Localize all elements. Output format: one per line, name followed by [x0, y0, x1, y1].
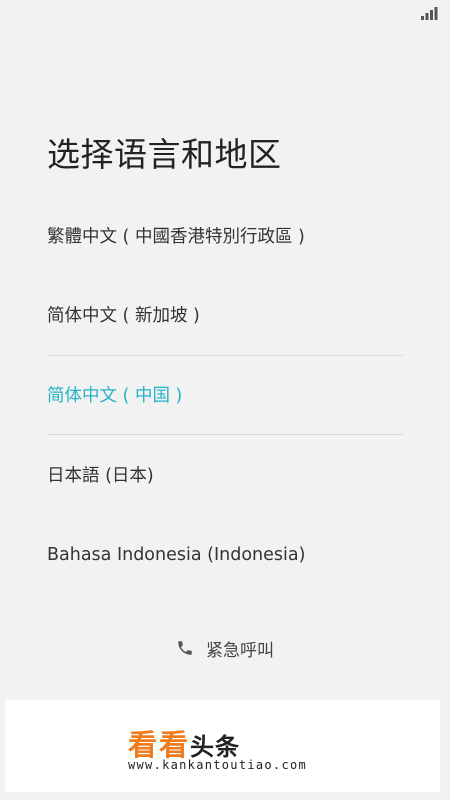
language-item-zh-sg[interactable]: 简体中文 ( 新加坡 )	[47, 296, 403, 336]
divider	[47, 434, 403, 435]
phone-icon	[178, 641, 192, 655]
signal-icon	[421, 7, 438, 20]
emergency-call-button[interactable]: 紧急呼叫	[0, 632, 450, 664]
divider	[47, 355, 403, 356]
watermark-title-dark: 头条	[190, 733, 241, 761]
status-bar	[0, 0, 450, 28]
language-item-zh-cn[interactable]: 简体中文 ( 中国 )	[47, 376, 403, 416]
watermark-banner: 看看头条 www.kankantoutiao.com	[5, 700, 440, 792]
watermark-title-orange: 看看	[128, 728, 191, 762]
language-item-ja-jp[interactable]: 日本語 (日本)	[47, 456, 403, 496]
emergency-call-label: 紧急呼叫	[206, 640, 274, 661]
page-title: 选择语言和地区	[47, 135, 282, 174]
watermark-url: www.kankantoutiao.com	[128, 758, 308, 772]
language-item-id-id[interactable]: Bahasa Indonesia (Indonesia)	[47, 535, 403, 575]
language-item-zh-hk[interactable]: 繁體中文 ( 中國香港特別行政區 )	[47, 217, 403, 257]
